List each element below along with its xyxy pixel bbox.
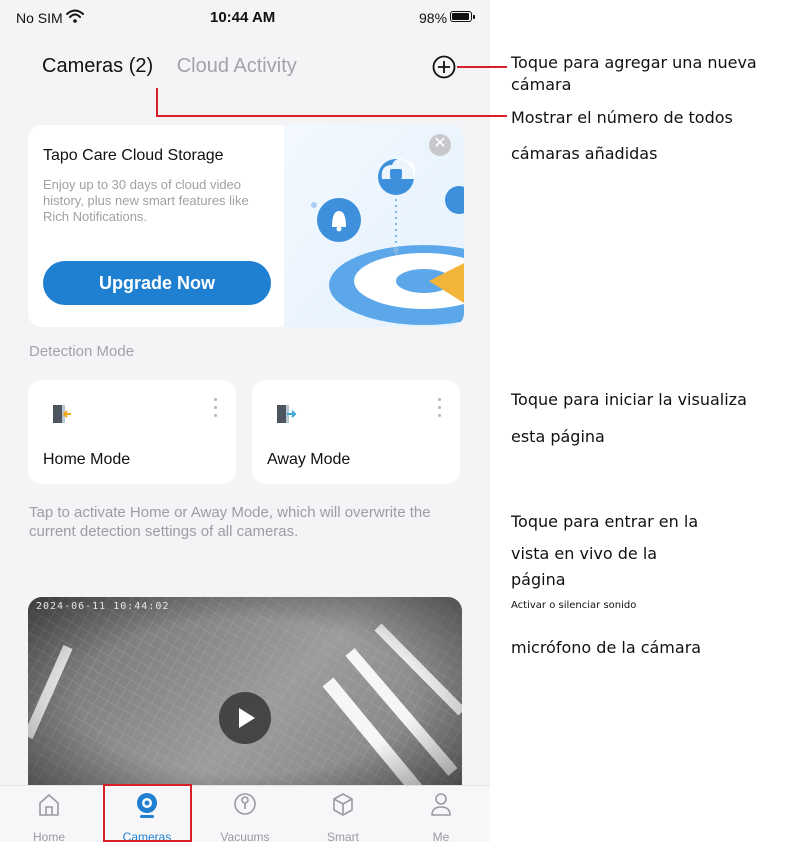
cube-icon: [333, 793, 353, 816]
home-icon: [39, 794, 59, 816]
away-mode-card[interactable]: Away Mode: [252, 380, 460, 484]
annotation-add-camera-2: cámara: [511, 75, 572, 94]
annotation-view-1: Toque para iniciar la visualiza: [511, 390, 747, 409]
nav-vacuums-label: Vacuums: [220, 830, 270, 842]
nav-smart-label: Smart: [326, 830, 359, 842]
tab-cameras[interactable]: Cameras (2): [42, 55, 153, 77]
nav-me[interactable]: Me: [392, 786, 490, 842]
nav-me-label: Me: [432, 830, 450, 842]
detection-mode-label: Detection Mode: [29, 343, 135, 360]
nav-vacuums[interactable]: Vacuums: [196, 786, 294, 842]
away-mode-more-icon[interactable]: [438, 398, 442, 422]
play-button[interactable]: [219, 692, 271, 744]
top-tabs: Cameras (2) Cloud Activity: [42, 55, 297, 78]
promo-title: Tapo Care Cloud Storage: [43, 147, 224, 164]
annotation-live-3: página: [511, 570, 566, 589]
upgrade-now-button[interactable]: Upgrade Now: [43, 261, 271, 305]
camera-timestamp: 2024-06-11 10:44:02: [36, 601, 170, 612]
cameras-tab-highlight: [103, 784, 192, 842]
annotation-view-2: esta página: [511, 427, 605, 446]
status-bar: No SIM 10:44 AM 98%: [0, 0, 490, 40]
plus-circle-icon[interactable]: [431, 54, 457, 80]
tab-cloud-activity[interactable]: Cloud Activity: [177, 55, 297, 77]
detection-mode-hint: Tap to activate Home or Away Mode, which…: [29, 504, 431, 540]
battery-icon: [450, 11, 475, 22]
add-camera-callout-line: [457, 66, 507, 68]
nav-smart[interactable]: Smart: [294, 786, 392, 842]
bottom-navigation: Home Cameras Vacuums Smart Me: [0, 785, 490, 842]
annotation-mic: micrófono de la cámara: [511, 638, 702, 657]
close-icon: ✕: [433, 135, 447, 152]
play-icon: [239, 708, 255, 728]
person-icon: [431, 793, 451, 816]
wifi-icon: [66, 9, 84, 23]
count-callout-line-vertical: [156, 88, 158, 116]
home-mode-label: Home Mode: [43, 451, 131, 468]
battery-percent: 98%: [419, 10, 448, 26]
clock: 10:44 AM: [210, 9, 276, 26]
cloud-storage-promo: Tapo Care Cloud Storage Enjoy up to 30 d…: [28, 125, 464, 327]
annotation-count-2: cámaras añadidas: [511, 144, 658, 163]
nav-home-label: Home: [32, 830, 65, 842]
vacuum-icon: [234, 793, 256, 815]
carrier-label: No SIM: [16, 10, 63, 26]
close-promo-button[interactable]: ✕: [429, 134, 451, 156]
camera-live-preview[interactable]: 2024-06-11 10:44:02: [28, 597, 462, 797]
home-mode-card[interactable]: Home Mode: [28, 380, 236, 484]
home-mode-door-icon: [53, 405, 71, 423]
annotation-count-1: Mostrar el número de todos: [511, 108, 733, 127]
nav-home[interactable]: Home: [0, 786, 98, 842]
away-mode-door-icon: [277, 405, 297, 423]
home-mode-more-icon[interactable]: [214, 398, 218, 422]
promo-description: Enjoy up to 30 days of cloud video histo…: [43, 177, 249, 224]
app-screen: No SIM 10:44 AM 98% Cameras (2) Cloud Ac…: [0, 0, 490, 842]
count-callout-line-horizontal: [156, 115, 507, 117]
annotation-add-camera-1: Toque para agregar una nueva: [511, 53, 757, 72]
annotation-sound: Activar o silenciar sonido: [511, 600, 637, 611]
annotation-live-2: vista en vivo de la: [511, 544, 658, 563]
away-mode-label: Away Mode: [267, 451, 351, 468]
annotation-live-1: Toque para entrar en la: [511, 512, 699, 531]
